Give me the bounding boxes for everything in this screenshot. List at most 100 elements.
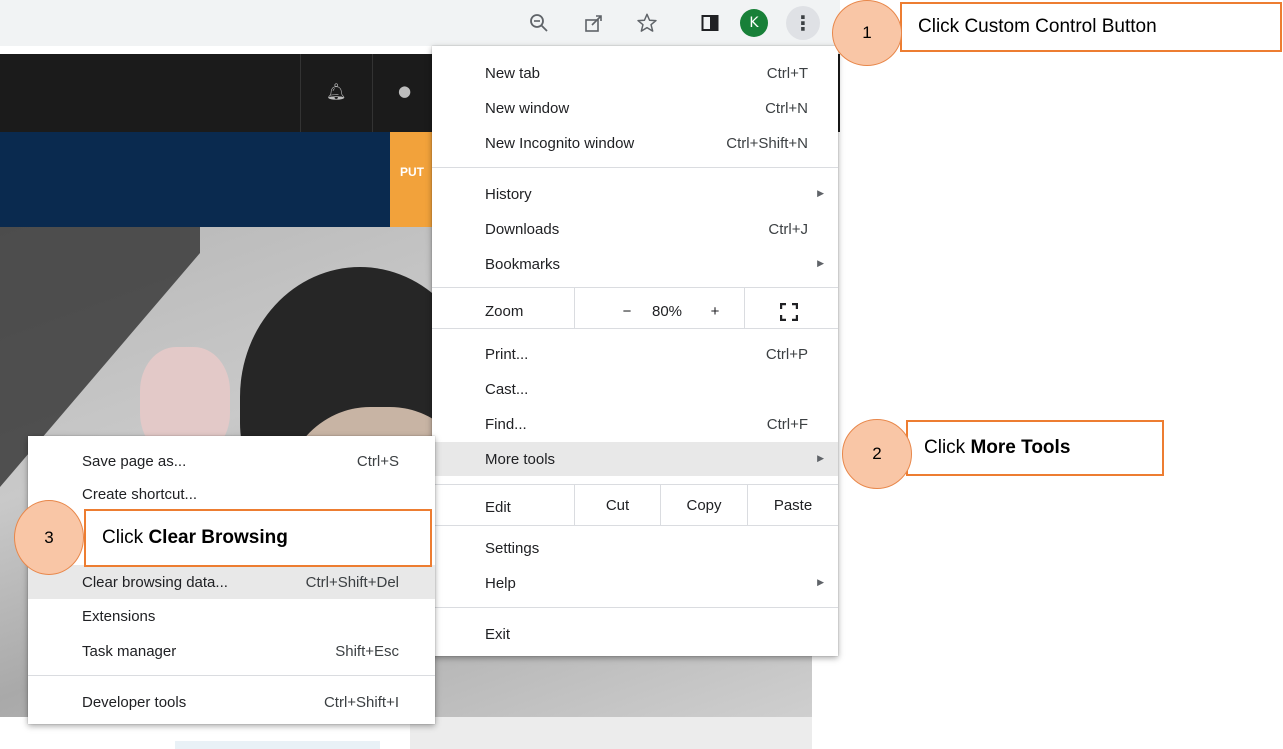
menu-item-label: Help <box>485 574 516 592</box>
menu-separator <box>432 167 838 168</box>
menu-item-label: Clear browsing data... <box>82 573 228 591</box>
fullscreen-icon[interactable] <box>772 298 806 326</box>
menu-item-new-tab[interactable]: New tab Ctrl+T <box>432 56 838 90</box>
callout-2-prefix: Click <box>924 437 971 458</box>
menu-separator <box>28 675 435 676</box>
menu-item-label: New window <box>485 99 570 117</box>
callout-3-prefix: Click <box>102 527 149 548</box>
custom-control-button[interactable]: ⋮ <box>786 6 820 40</box>
zoom-in-button[interactable]: + <box>700 296 730 326</box>
callout-3-bold: Clear Browsing <box>148 527 288 548</box>
site-strip <box>175 741 380 749</box>
site-strip <box>410 717 812 749</box>
bell-icon[interactable]: 🔔︎ <box>326 82 346 101</box>
menu-item-label: Task manager <box>82 642 177 660</box>
menu-separator <box>432 525 838 526</box>
menu-item-cast[interactable]: Cast... <box>432 372 838 406</box>
menu-separator <box>432 607 838 608</box>
menu-item-shortcut: Ctrl+Shift+Del <box>305 573 399 591</box>
menu-separator <box>432 287 838 288</box>
submenu-item-save-page[interactable]: Save page as... Ctrl+S <box>28 444 435 478</box>
submenu-item-create-shortcut[interactable]: Create shortcut... <box>28 477 435 511</box>
avatar-letter: K <box>749 15 759 31</box>
menu-item-label: Save page as... <box>82 452 187 470</box>
chat-icon[interactable]: ● <box>398 82 411 100</box>
menu-item-exit[interactable]: Exit <box>432 617 838 651</box>
menu-item-downloads[interactable]: Downloads Ctrl+J <box>432 212 838 246</box>
menu-item-bookmarks[interactable]: Bookmarks ▶ <box>432 247 838 281</box>
menu-item-shortcut: Ctrl+T <box>766 64 808 82</box>
menu-item-print[interactable]: Print... Ctrl+P <box>432 337 838 371</box>
menu-item-label: History <box>485 185 532 203</box>
menu-item-help[interactable]: Help ▶ <box>432 566 838 600</box>
menu-item-shortcut: Ctrl+P <box>765 345 808 363</box>
menu-item-settings[interactable]: Settings <box>432 531 838 565</box>
submenu-item-extensions[interactable]: Extensions <box>28 599 435 633</box>
paste-button[interactable]: Paste <box>748 490 838 520</box>
submenu-arrow-icon: ▶ <box>817 578 824 588</box>
side-panel-icon[interactable] <box>695 8 725 38</box>
menu-item-label: Print... <box>485 345 529 363</box>
menu-item-label: Create shortcut... <box>82 485 198 503</box>
menu-item-new-window[interactable]: New window Ctrl+N <box>432 91 838 125</box>
callout-2-number: 2 <box>842 419 912 489</box>
callout-1-text: Click Custom Control Button <box>918 16 1157 37</box>
menu-item-new-incognito[interactable]: New Incognito window Ctrl+Shift+N <box>432 126 838 160</box>
menu-item-label: New Incognito window <box>485 134 635 152</box>
submenu-arrow-icon: ▶ <box>817 454 824 464</box>
menu-item-label: Find... <box>485 415 527 433</box>
zoom-out-button[interactable]: − <box>612 296 642 326</box>
nav-divider <box>300 54 301 132</box>
menu-item-shortcut: Ctrl+Shift+I <box>323 693 399 711</box>
more-tools-submenu: Save page as... Ctrl+S Create shortcut..… <box>28 436 435 724</box>
menu-item-shortcut: Ctrl+J <box>768 220 808 238</box>
share-icon[interactable] <box>579 8 609 38</box>
cut-button[interactable]: Cut <box>575 490 660 520</box>
menu-item-label: More tools <box>485 450 556 468</box>
callout-number-label: 2 <box>872 444 882 463</box>
site-banner <box>0 132 390 227</box>
menu-item-label: Settings <box>485 539 540 557</box>
menu-item-label: Cast... <box>485 380 529 398</box>
zoom-divider <box>574 288 575 328</box>
chrome-main-menu: New tab Ctrl+T New window Ctrl+N New Inc… <box>432 46 838 656</box>
nav-divider <box>372 54 373 132</box>
browser-toolbar: K ⋮ <box>0 0 840 46</box>
zoom-level: 80% <box>651 302 683 320</box>
profile-avatar[interactable]: K <box>740 9 768 37</box>
menu-item-label: Exit <box>485 625 511 643</box>
more-vert-icon: ⋮ <box>793 11 813 35</box>
callout-2: Click More Tools <box>906 420 1164 476</box>
menu-item-label: Extensions <box>82 607 156 625</box>
menu-item-shortcut: Ctrl+Shift+N <box>726 134 808 152</box>
menu-item-label: New tab <box>485 64 541 82</box>
menu-item-shortcut: Ctrl+F <box>766 415 808 433</box>
zoom-out-icon[interactable] <box>524 8 554 38</box>
menu-item-find[interactable]: Find... Ctrl+F <box>432 407 838 441</box>
submenu-item-task-manager[interactable]: Task manager Shift+Esc <box>28 634 435 668</box>
menu-item-more-tools[interactable]: More tools ▶ <box>432 442 838 476</box>
menu-item-label: Downloads <box>485 220 560 238</box>
menu-item-shortcut: Ctrl+S <box>356 452 399 470</box>
menu-item-label: Bookmarks <box>485 255 561 273</box>
menu-separator <box>432 328 838 329</box>
callout-3: Click Clear Browsing <box>84 509 432 567</box>
callout-3-number: 3 <box>14 500 84 575</box>
menu-item-label: Developer tools <box>82 693 187 711</box>
menu-item-shortcut: Ctrl+N <box>765 99 808 117</box>
copy-button[interactable]: Copy <box>661 490 747 520</box>
callout-2-bold: More Tools <box>970 437 1071 458</box>
callout-1-number: 1 <box>832 0 902 66</box>
zoom-divider <box>744 288 745 328</box>
submenu-arrow-icon: ▶ <box>817 189 824 199</box>
submenu-item-clear-browsing-data[interactable]: Clear browsing data... Ctrl+Shift+Del <box>28 565 435 599</box>
submenu-arrow-icon: ▶ <box>817 259 824 269</box>
callout-number-label: 1 <box>862 23 872 42</box>
star-icon[interactable] <box>632 8 662 38</box>
callout-1: Click Custom Control Button <box>900 2 1282 52</box>
menu-separator <box>432 484 838 485</box>
submenu-item-developer-tools[interactable]: Developer tools Ctrl+Shift+I <box>28 685 435 719</box>
menu-item-shortcut: Shift+Esc <box>335 642 399 660</box>
menu-item-history[interactable]: History ▶ <box>432 177 838 211</box>
callout-number-label: 3 <box>44 527 54 547</box>
